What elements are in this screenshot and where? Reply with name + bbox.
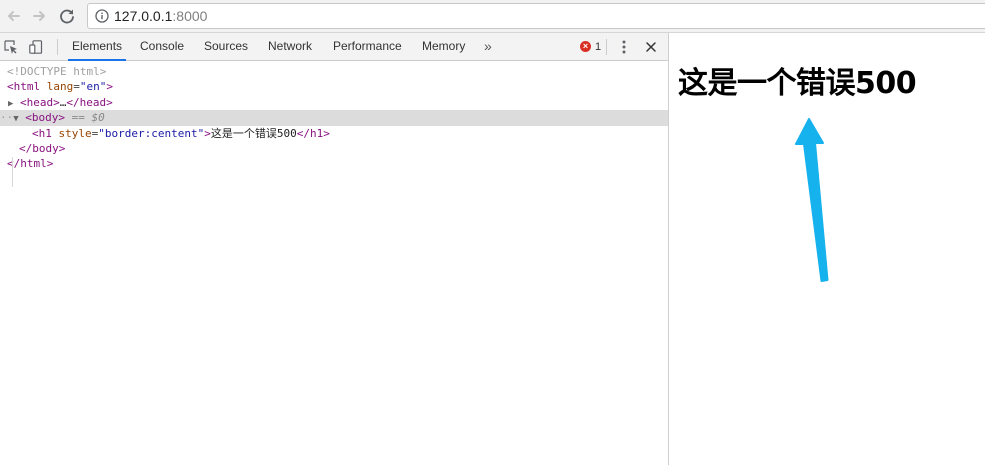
tree-node-body-close[interactable]: </body> xyxy=(0,141,668,156)
tab-elements[interactable]: Elements xyxy=(67,33,127,61)
tree-node-head[interactable]: ▶ <head>…</head> xyxy=(0,95,668,110)
collapse-triangle-icon[interactable]: ▼ xyxy=(13,114,18,124)
tab-console[interactable]: Console xyxy=(140,33,184,60)
doctype-text: <!DOCTYPE html> xyxy=(7,65,107,78)
expand-triangle-icon[interactable]: ▶ xyxy=(8,99,13,109)
device-toolbar-icon[interactable] xyxy=(29,40,43,54)
tab-performance[interactable]: Performance xyxy=(333,33,402,60)
tree-node-doctype[interactable]: <!DOCTYPE html> xyxy=(0,64,668,79)
h1-style-attr: style xyxy=(58,126,92,140)
body-tag-name: body xyxy=(31,111,59,125)
h1-text-content: 这是一个错误500 xyxy=(210,126,297,140)
toolbar-separator xyxy=(606,39,607,55)
tree-node-body-selected[interactable]: ··▼ <body> == $0 xyxy=(0,110,668,126)
url-port: :8000 xyxy=(172,8,208,24)
elements-dom-tree: <!DOCTYPE html> <html lang="en"> ▶ <head… xyxy=(0,64,668,172)
url-host: 127.0.0.1 xyxy=(114,8,173,24)
more-tabs-button[interactable]: » xyxy=(484,33,492,60)
error-icon: × xyxy=(580,41,591,52)
address-bar[interactable]: 127.0.0.1:8000 xyxy=(87,3,985,29)
tree-node-html[interactable]: <html lang="en"> xyxy=(0,79,668,94)
html-lang-attr: lang xyxy=(46,80,74,94)
head-tag-name: head xyxy=(26,95,54,109)
head-close-tag-name: head xyxy=(79,95,107,109)
tree-node-h1[interactable]: <h1 style="border:centent">这是一个错误500</h1… xyxy=(0,126,668,141)
html-lang-value: en xyxy=(86,80,100,94)
rendered-page: 这是一个错误500 xyxy=(669,33,985,465)
devtools-panel: Elements Console Sources Network Perform… xyxy=(0,33,669,465)
h1-style-value: border:centent xyxy=(104,126,198,140)
devtools-tabbar: Elements Console Sources Network Perform… xyxy=(0,33,668,61)
toolbar-separator xyxy=(57,39,58,55)
tree-node-html-close[interactable]: </html> xyxy=(0,156,668,171)
h1-tag-name: h1 xyxy=(38,126,52,140)
back-button[interactable] xyxy=(4,6,24,26)
inspect-element-icon[interactable] xyxy=(4,40,18,54)
info-icon[interactable] xyxy=(95,9,109,23)
tab-network[interactable]: Network xyxy=(268,33,312,60)
reload-icon xyxy=(60,9,74,24)
selected-node-marker: == $0 xyxy=(71,111,105,125)
tab-memory[interactable]: Memory xyxy=(422,33,465,60)
h1-close-tag-name: h1 xyxy=(309,126,324,140)
forward-button[interactable] xyxy=(29,6,49,26)
html-close-tag: /html xyxy=(13,157,47,171)
body-close-tag: /body xyxy=(25,141,59,155)
back-arrow-icon xyxy=(8,11,20,21)
html-tag-name: html xyxy=(13,80,41,94)
close-icon[interactable] xyxy=(644,38,658,56)
browser-toolbar: 127.0.0.1:8000 xyxy=(0,0,985,33)
url-text: 127.0.0.1:8000 xyxy=(114,8,207,24)
forward-arrow-icon xyxy=(33,11,45,21)
tab-sources[interactable]: Sources xyxy=(204,33,248,60)
tree-indent-guide xyxy=(12,157,13,187)
annotation-arrow-icon xyxy=(795,118,829,282)
reload-button[interactable] xyxy=(57,6,77,26)
kebab-menu-icon[interactable] xyxy=(618,38,630,56)
error-count: 1 xyxy=(595,41,602,53)
